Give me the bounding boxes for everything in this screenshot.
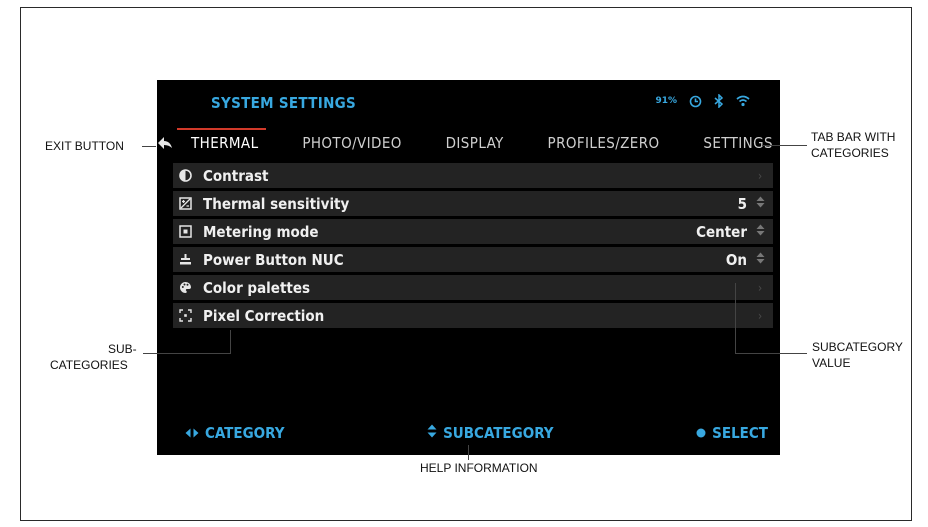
help-select-label: SELECT xyxy=(712,424,768,442)
list-item-label: Pixel Correction xyxy=(203,306,325,325)
annotation-value-line2: VALUE xyxy=(812,356,851,370)
list-item-value: On xyxy=(725,250,747,269)
tab-thermal[interactable]: THERMAL xyxy=(176,128,267,155)
annotation-sub-line2: CATEGORIES xyxy=(50,358,128,372)
help-category: CATEGORY xyxy=(185,424,285,442)
leader-line-help xyxy=(468,445,469,460)
dot-icon xyxy=(696,424,706,442)
list-item-value: Center xyxy=(696,222,747,241)
list-item-contrast[interactable]: Contrast › xyxy=(173,163,773,188)
list-item-label: Metering mode xyxy=(203,222,319,241)
list-item-label: Thermal sensitivity xyxy=(203,194,350,213)
battery-level: 91% xyxy=(655,96,677,106)
annotation-tab-bar-line2: CATEGORIES xyxy=(811,146,889,160)
leader-line-sub-h xyxy=(143,353,231,354)
leader-line-tab-bar xyxy=(762,145,807,146)
sensitivity-icon xyxy=(177,196,193,212)
annotation-tab-bar-line1: TAB BAR WITH xyxy=(811,130,896,144)
list-item-value: 5 xyxy=(737,194,747,213)
screen-title: SYSTEM SETTINGS xyxy=(211,94,357,112)
tab-settings[interactable]: SETTINGS xyxy=(699,131,777,155)
leader-line-value-v xyxy=(735,283,736,353)
contrast-icon xyxy=(177,168,193,184)
subcategory-list: Contrast › Thermal sensitivity 5 Meterin… xyxy=(173,163,773,331)
tab-bar: THERMAL PHOTO/VIDEO DISPLAY PROFILES/ZER… xyxy=(176,128,777,155)
tab-display[interactable]: DISPLAY xyxy=(442,131,508,155)
up-down-arrows-icon[interactable] xyxy=(753,224,767,239)
nuc-icon xyxy=(177,252,193,268)
list-item-metering-mode[interactable]: Metering mode Center xyxy=(173,219,773,244)
list-item-thermal-sensitivity[interactable]: Thermal sensitivity 5 xyxy=(173,191,773,216)
chevron-right-icon: › xyxy=(757,168,763,183)
annotation-value-line1: SUBCATEGORY xyxy=(812,340,903,354)
timer-icon xyxy=(689,95,702,108)
leader-line-value-h xyxy=(735,353,807,354)
help-category-label: CATEGORY xyxy=(205,424,285,442)
leader-line-sub-v xyxy=(230,330,231,354)
help-footer: CATEGORY SUBCATEGORY SELECT xyxy=(185,421,768,445)
up-down-arrows-icon xyxy=(427,424,437,442)
leader-line-exit xyxy=(142,146,156,147)
up-down-arrows-icon[interactable] xyxy=(753,252,767,267)
list-item-color-palettes[interactable]: Color palettes › xyxy=(173,275,773,300)
device-screen: SYSTEM SETTINGS 91% THERMAL PHOTO/VIDEO … xyxy=(157,80,780,455)
pixel-correction-icon xyxy=(177,308,193,324)
list-item-label: Power Button NUC xyxy=(203,250,344,269)
list-item-label: Color palettes xyxy=(203,278,311,297)
help-subcategory: SUBCATEGORY xyxy=(427,424,554,442)
up-down-arrows-icon[interactable] xyxy=(753,196,767,211)
palette-icon xyxy=(177,280,193,296)
tab-profiles-zero[interactable]: PROFILES/ZERO xyxy=(544,131,664,155)
annotation-exit-button: EXIT BUTTON xyxy=(45,139,124,153)
chevron-right-icon: › xyxy=(757,280,763,295)
left-right-arrows-icon xyxy=(185,424,199,442)
metering-icon xyxy=(177,224,193,240)
status-bar: 91% xyxy=(655,94,750,108)
wifi-icon xyxy=(736,95,750,107)
exit-back-icon[interactable] xyxy=(157,136,173,150)
list-item-label: Contrast xyxy=(203,166,269,185)
help-select: SELECT xyxy=(696,424,768,442)
bluetooth-icon xyxy=(714,94,724,108)
chevron-right-icon: › xyxy=(757,308,763,323)
help-subcategory-label: SUBCATEGORY xyxy=(443,424,554,442)
tab-photo-video[interactable]: PHOTO/VIDEO xyxy=(298,131,405,155)
annotation-help-information: HELP INFORMATION xyxy=(420,461,538,475)
list-item-pixel-correction[interactable]: Pixel Correction › xyxy=(173,303,773,328)
list-item-power-button-nuc[interactable]: Power Button NUC On xyxy=(173,247,773,272)
annotation-sub-line1: SUB- xyxy=(108,342,137,356)
